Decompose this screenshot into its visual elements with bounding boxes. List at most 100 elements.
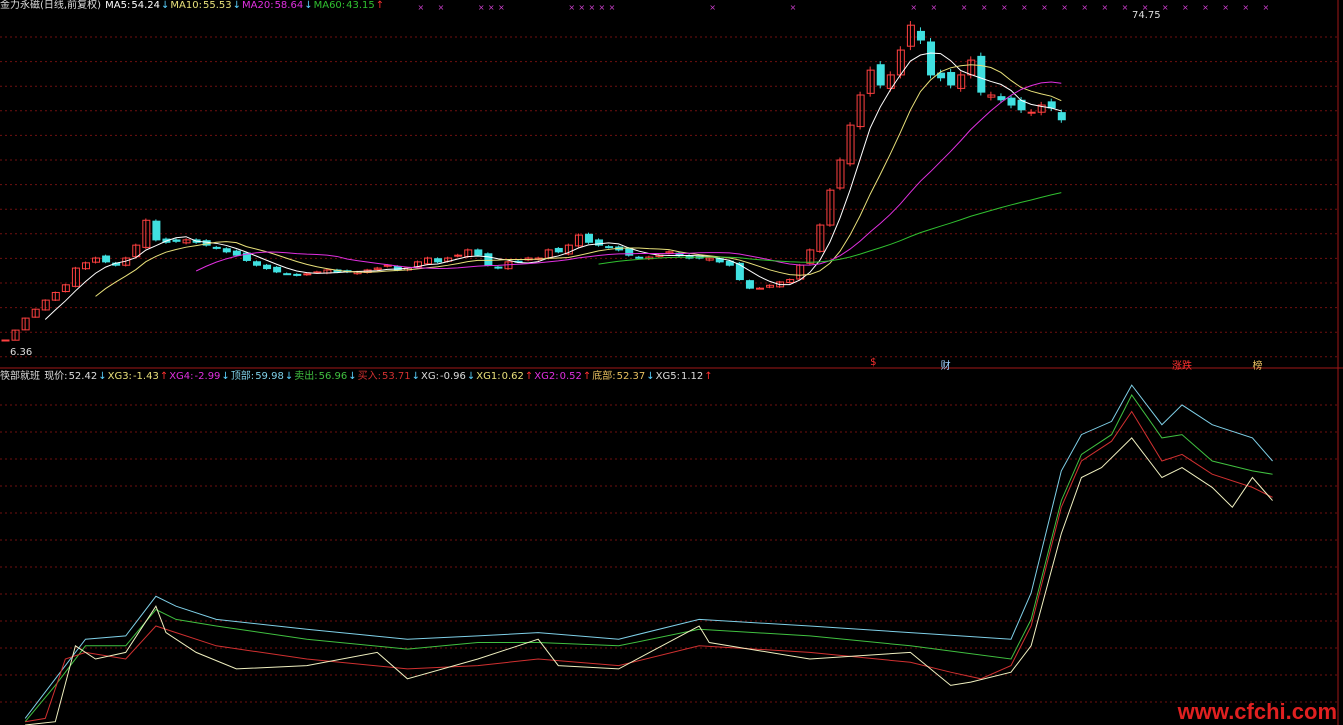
candle-down — [554, 247, 563, 253]
candle-down — [293, 273, 302, 276]
signal-marker: × — [478, 3, 485, 12]
candle-down — [474, 249, 483, 256]
signal-marker: × — [790, 3, 797, 12]
signal-marker: × — [1162, 3, 1169, 12]
indicator-line — [24, 384, 1273, 719]
ma-line-ma5 — [44, 52, 1062, 320]
signal-marker: × — [961, 3, 968, 12]
indicator-value: 1.12 — [681, 371, 704, 382]
indicator-label: MA20: — [242, 0, 274, 11]
signal-marker: × — [568, 3, 575, 12]
signal-marker: × — [1001, 3, 1008, 12]
arrow-down-icon: ↓ — [411, 371, 421, 382]
candle-down — [977, 55, 986, 93]
indicator-label: 底部: — [592, 371, 616, 382]
candle-down — [584, 233, 593, 243]
indicator-label: XG1: — [476, 371, 501, 382]
arrow-up-icon: ↑ — [159, 371, 169, 382]
indicator-label: XG3: — [107, 371, 132, 382]
candle-down — [222, 248, 231, 253]
candle-down — [253, 261, 261, 266]
signal-marker: × — [438, 3, 445, 12]
candle-down — [494, 266, 503, 269]
event-tag[interactable]: $ — [870, 357, 876, 368]
signal-marker: × — [1081, 3, 1088, 12]
candle-down — [1047, 101, 1056, 109]
candle-up — [756, 287, 764, 290]
candle-down — [102, 255, 111, 263]
candle-up — [1, 339, 10, 342]
signal-marker: × — [498, 3, 505, 12]
indicator-label: XG4: — [169, 371, 194, 382]
max-price-label: 74.75 — [1132, 10, 1161, 21]
candle-down — [484, 253, 493, 266]
signal-marker: × — [599, 3, 606, 12]
signal-marker: × — [1122, 3, 1129, 12]
indicator-label: 卖出: — [294, 371, 318, 382]
indicator-value: 43.15 — [346, 0, 375, 11]
indicator-value: 55.53 — [202, 0, 232, 11]
signal-marker: × — [1242, 3, 1249, 12]
indicator-value: 54.24 — [131, 0, 161, 11]
event-tag[interactable]: 榜 — [1252, 357, 1262, 372]
candle-down — [172, 239, 181, 242]
arrow-up-icon: ↑ — [524, 371, 534, 382]
signal-marker: × — [1021, 3, 1028, 12]
signal-marker: × — [709, 3, 716, 12]
arrow-down-icon: ↓ — [284, 371, 294, 382]
price-panel-header: 金力永磁(日线,前复权) MA5:54.24↓MA10:55.53↓MA20:5… — [0, 0, 386, 12]
signal-marker: × — [1222, 3, 1229, 12]
signal-marker: × — [1102, 3, 1109, 12]
candle-down — [263, 264, 272, 270]
signal-marker: × — [578, 3, 585, 12]
candle-down — [273, 266, 282, 273]
candle-down — [152, 220, 161, 241]
candle-up — [11, 329, 20, 341]
arrow-down-icon: ↓ — [98, 371, 107, 382]
indicator-label: 买入: — [357, 371, 381, 382]
indicator-label: MA10: — [170, 0, 202, 11]
indicator-line — [24, 394, 1273, 723]
arrow-down-icon: ↓ — [161, 0, 170, 11]
indicator-label: 现价: — [44, 371, 68, 382]
signal-marker: × — [910, 3, 917, 12]
ma-line-ma10 — [95, 64, 1062, 297]
candle-down — [232, 250, 241, 256]
stock-chart[interactable]: × × × × × × × × × × × × × × × × × × × × × × × × × × × × × × — [0, 0, 1343, 725]
indicator-value: 58.64 — [274, 0, 304, 11]
indicator-label: MA60: — [313, 0, 346, 11]
candle-down — [1007, 97, 1016, 106]
arrow-up-icon: ↑ — [375, 0, 385, 11]
candle-down — [997, 96, 1006, 101]
arrow-up-icon: ↑ — [704, 371, 713, 382]
candle-down — [212, 246, 221, 249]
indicator-label: XG2: — [534, 371, 559, 382]
indicator-title: 筷部就班 — [0, 371, 40, 382]
signal-marker: × — [1182, 3, 1189, 12]
event-tag[interactable]: 财 — [941, 357, 951, 372]
signal-marker: × — [609, 3, 616, 12]
indicator-value: 56.96 — [318, 371, 348, 382]
indicator-label: 顶部: — [230, 371, 255, 382]
arrow-down-icon: ↓ — [348, 371, 357, 382]
arrow-down-icon: ↓ — [232, 0, 241, 11]
stock-title: 金力永磁(日线,前复权) — [0, 0, 101, 11]
event-tag[interactable]: 涨跌 — [1172, 357, 1192, 372]
indicator-label: XG: — [421, 371, 439, 382]
signal-marker: × — [488, 3, 495, 12]
indicator-label: XG5: — [655, 371, 681, 382]
signal-marker: × — [1202, 3, 1209, 12]
candle-down — [434, 258, 443, 263]
candle-down — [947, 72, 956, 86]
candle-down — [605, 246, 614, 249]
indicator-value: -1.43 — [132, 371, 159, 382]
indicator-value: 52.37 — [616, 371, 646, 382]
indicator-label: MA5: — [105, 0, 131, 11]
indicator-value: 59.98 — [255, 371, 284, 382]
candle-up — [303, 273, 312, 276]
indicator-panel-header: 筷部就班 现价:52.42↓XG3:-1.43↑XG4:-2.99↓顶部:59.… — [0, 371, 715, 383]
signal-marker: × — [417, 3, 424, 12]
candle-up — [1027, 111, 1036, 114]
indicator-value: -0.96 — [440, 371, 466, 382]
signal-marker: × — [1041, 3, 1048, 12]
